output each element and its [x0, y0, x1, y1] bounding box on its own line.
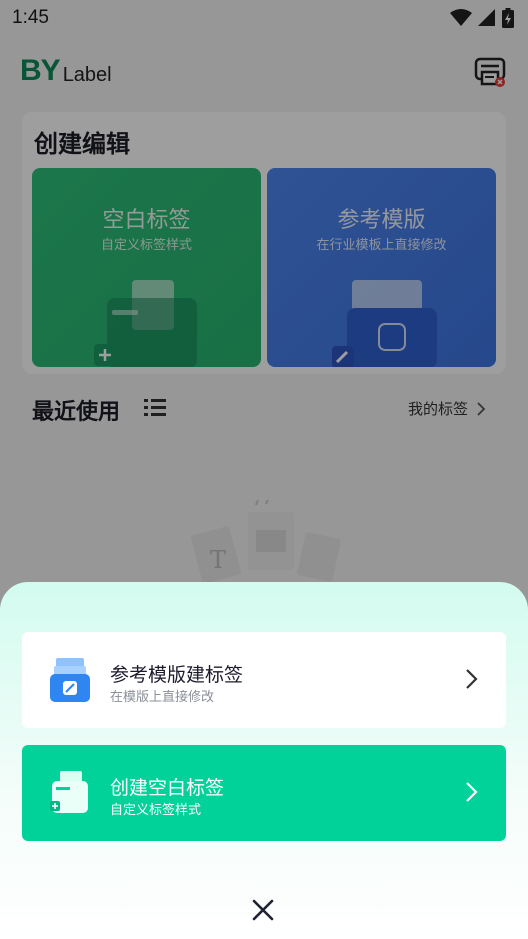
bottom-sheet: 参考模版建标签 在模版上直接修改 创建空白标签 自定义标签样式: [0, 582, 528, 939]
card-box-icon: [50, 658, 90, 702]
close-icon[interactable]: [250, 897, 276, 923]
option-title: 创建空白标签: [110, 777, 225, 799]
blank-label-option[interactable]: 创建空白标签 自定义标签样式: [22, 745, 506, 841]
option-subtitle: 在模版上直接修改: [110, 690, 215, 705]
option-subtitle: 自定义标签样式: [110, 803, 202, 818]
folder-icon: [50, 771, 88, 813]
chevron-right-icon: [466, 669, 478, 689]
option-title: 参考模版建标签: [110, 664, 244, 686]
chevron-right-icon: [466, 782, 478, 802]
template-label-option[interactable]: 参考模版建标签 在模版上直接修改: [22, 632, 506, 728]
